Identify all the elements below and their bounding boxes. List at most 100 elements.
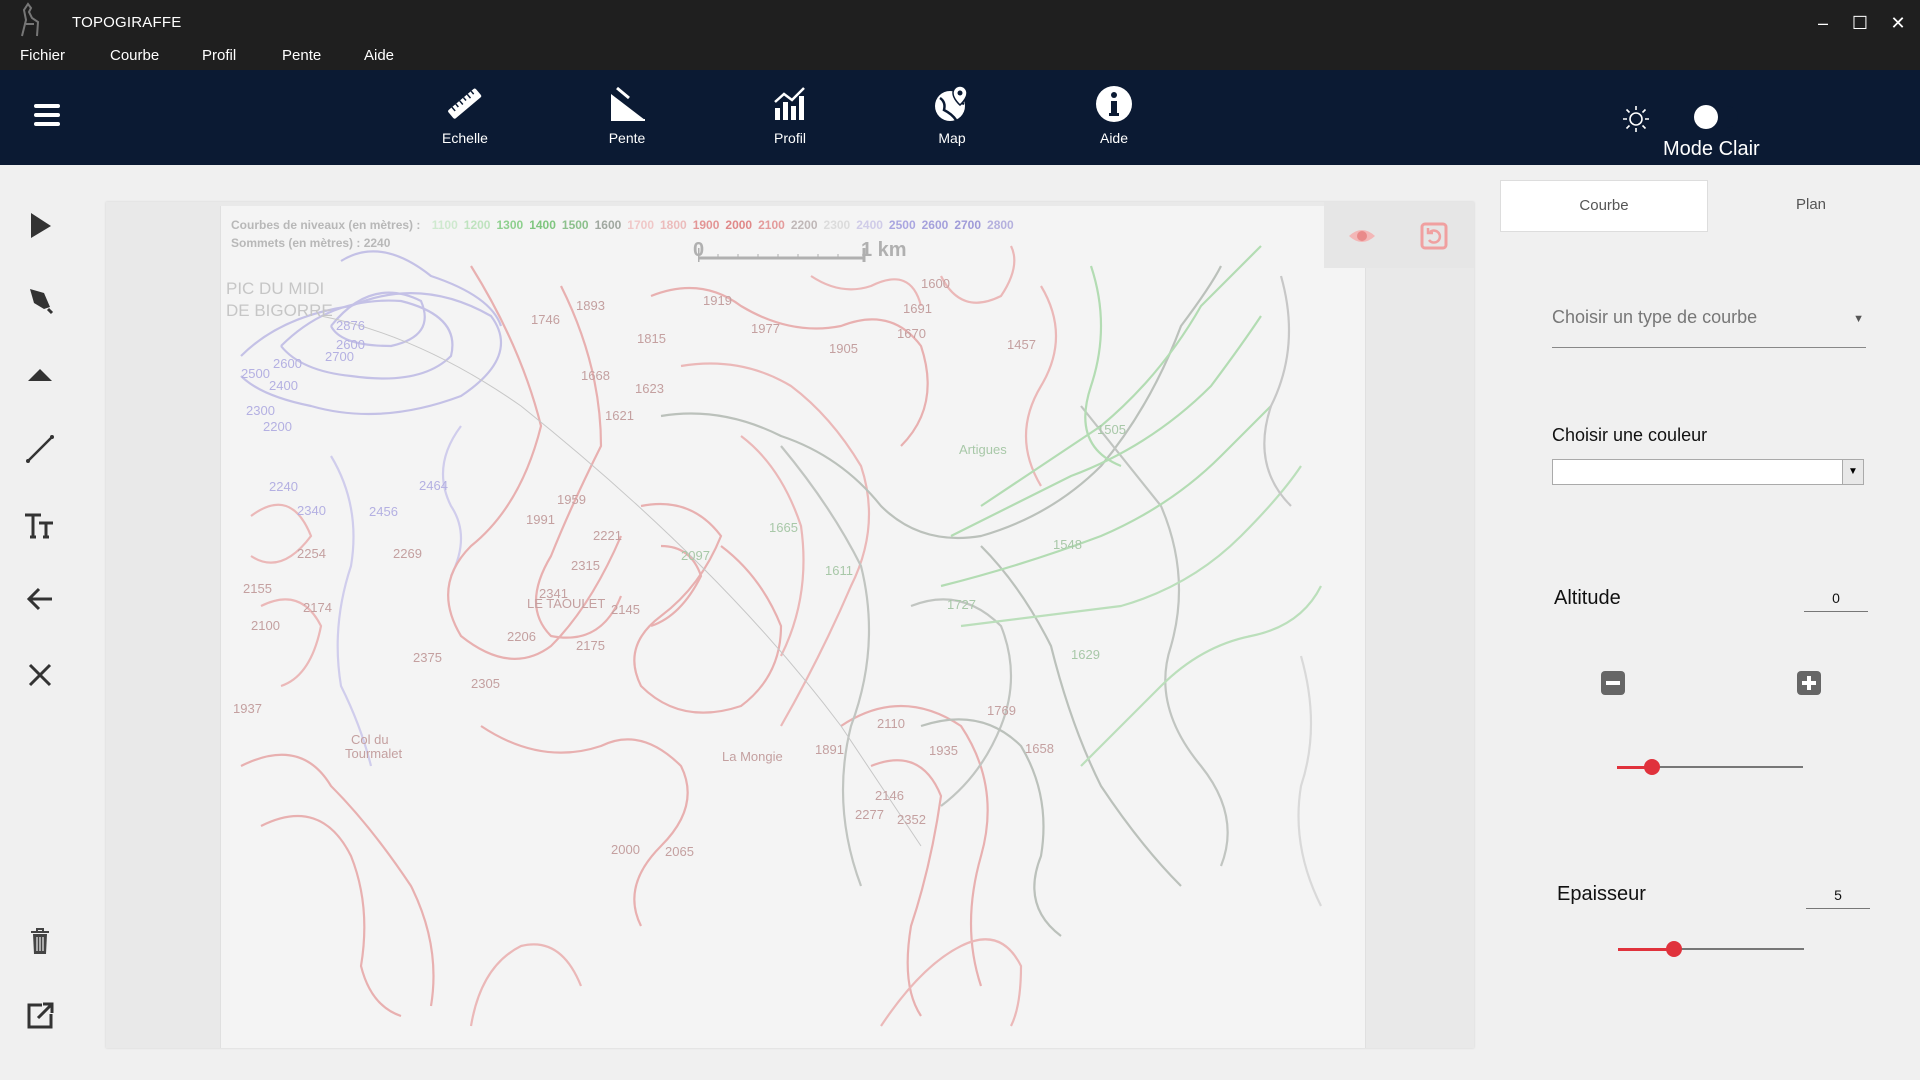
map-label: 1621 (605, 408, 634, 423)
map-label: Tourmalet (345, 746, 403, 761)
scale-end-label: 1 km (861, 239, 907, 261)
dropdown-arrow-icon[interactable]: ▼ (1842, 460, 1863, 484)
tool-echelle-label: Echelle (442, 130, 488, 146)
pen-icon[interactable] (22, 281, 58, 317)
tool-map-label: Map (938, 130, 966, 146)
topographic-map[interactable]: Courbes de niveaux (en mètres) : 1100 120… (220, 206, 1366, 1048)
altitude-input[interactable] (1804, 585, 1868, 612)
map-label: 2110 (877, 716, 905, 731)
info-icon (1096, 86, 1132, 122)
legend-level: 2800 (987, 218, 1014, 232)
map-label: 2174 (303, 600, 332, 615)
back-arrow-icon[interactable] (22, 581, 58, 617)
increment-button[interactable] (1796, 670, 1822, 696)
drawing-canvas[interactable]: Courbes de niveaux (en mètres) : 1100 120… (106, 202, 1474, 1048)
export-icon[interactable] (22, 998, 58, 1034)
curve-type-select[interactable]: Choisir un type de courbe ▼ (1552, 295, 1866, 348)
map-label: 2375 (413, 650, 442, 665)
menu-profil[interactable]: Profil (202, 47, 236, 64)
ruler-icon (448, 88, 482, 119)
map-label: 1746 (531, 312, 560, 327)
epaisseur-slider[interactable] (1618, 939, 1804, 959)
map-label: 1629 (1071, 647, 1100, 662)
map-label: 2145 (611, 602, 640, 617)
slider-knob[interactable] (1644, 759, 1661, 775)
tool-pente-label: Pente (608, 130, 646, 146)
hamburger-menu-icon[interactable] (32, 100, 62, 130)
map-label: 1905 (829, 341, 858, 356)
map-label: 1937 (233, 701, 262, 716)
map-label: 1611 (825, 563, 853, 578)
map-label: 1691 (903, 301, 932, 316)
map-label: 1935 (929, 743, 958, 758)
tool-echelle[interactable]: Echelle (410, 84, 520, 156)
map-label: 1658 (1025, 741, 1054, 756)
map-label: 2254 (297, 546, 326, 561)
map-label: 2206 (507, 629, 536, 644)
tool-profil[interactable]: Profil (735, 84, 845, 156)
map-label: 1991 (526, 512, 555, 527)
legend-level: 1900 (692, 218, 720, 232)
legend-level: 2300 (823, 218, 851, 232)
theme-toggle[interactable] (1690, 105, 1738, 129)
map-label: 1623 (635, 381, 664, 396)
tab-plan[interactable]: Plan (1708, 180, 1914, 230)
tool-pente[interactable]: Pente (572, 84, 682, 156)
map-label: 1727 (947, 597, 976, 612)
map-label: 1457 (1007, 337, 1036, 352)
drawing-tools-sidebar (0, 165, 80, 1080)
legend-summits: Sommets (en mètres) : 2240 (231, 236, 391, 250)
altitude-slider[interactable] (1617, 757, 1803, 777)
map-label: 1665 (769, 520, 798, 535)
legend-level: 2000 (725, 218, 753, 232)
color-select[interactable]: ▼ (1552, 459, 1864, 485)
map-label: 2000 (611, 842, 640, 857)
map-label: 2097 (681, 548, 710, 563)
pointer-icon[interactable] (22, 207, 58, 243)
line-icon[interactable] (22, 431, 58, 467)
maximize-button[interactable]: ☐ (1845, 10, 1875, 36)
legend-level: 2100 (758, 218, 785, 232)
map-label: 2340 (297, 503, 326, 518)
menu-pente[interactable]: Pente (282, 47, 321, 64)
tool-map[interactable]: Map (897, 84, 1007, 156)
map-label: 2464 (419, 478, 448, 493)
color-label: Choisir une couleur (1552, 425, 1708, 445)
trash-icon[interactable] (22, 923, 58, 959)
map-label: 2221 (593, 528, 622, 543)
properties-panel: Courbe Plan Choisir un type de courbe ▼ … (1500, 165, 1920, 1080)
map-label: 2065 (665, 844, 694, 859)
close-window-button[interactable]: ✕ (1883, 10, 1913, 36)
legend-level: 1500 (561, 218, 589, 232)
map-label: 1893 (576, 298, 605, 313)
map-label: 1668 (581, 368, 610, 383)
triangle-up-icon[interactable] (22, 357, 58, 393)
eye-icon[interactable] (1346, 220, 1378, 252)
legend-level: 1600 (594, 218, 622, 232)
decrement-button[interactable] (1600, 670, 1626, 696)
minimize-button[interactable]: – (1808, 10, 1838, 36)
epaisseur-input[interactable] (1806, 882, 1870, 909)
map-label: 2175 (576, 638, 605, 653)
menu-courbe[interactable]: Courbe (110, 47, 159, 64)
map-title-line1: PIC DU MIDI (226, 279, 325, 298)
map-label: 1919 (703, 293, 732, 308)
map-label: 1600 (921, 276, 950, 291)
slider-knob[interactable] (1665, 941, 1682, 957)
menu-aide[interactable]: Aide (364, 47, 394, 64)
map-label: 2300 (246, 403, 275, 418)
close-icon[interactable] (22, 657, 58, 693)
reset-view-icon[interactable] (1418, 220, 1450, 252)
map-label: La Mongie (722, 749, 783, 764)
title-bar: TOPOGIRAFFE – ☐ ✕ Fichier Courbe Profil … (0, 0, 1920, 70)
map-label: 2700 (325, 349, 354, 364)
text-icon[interactable] (22, 507, 58, 543)
map-label: 2146 (875, 788, 904, 803)
tool-aide[interactable]: Aide (1059, 84, 1169, 156)
menu-fichier[interactable]: Fichier (20, 47, 65, 64)
altitude-label: Altitude (1554, 587, 1621, 609)
tab-courbe[interactable]: Courbe (1500, 180, 1708, 232)
map-label: 1891 (815, 742, 844, 757)
sun-icon (1623, 106, 1649, 132)
map-label: 1977 (751, 321, 780, 336)
